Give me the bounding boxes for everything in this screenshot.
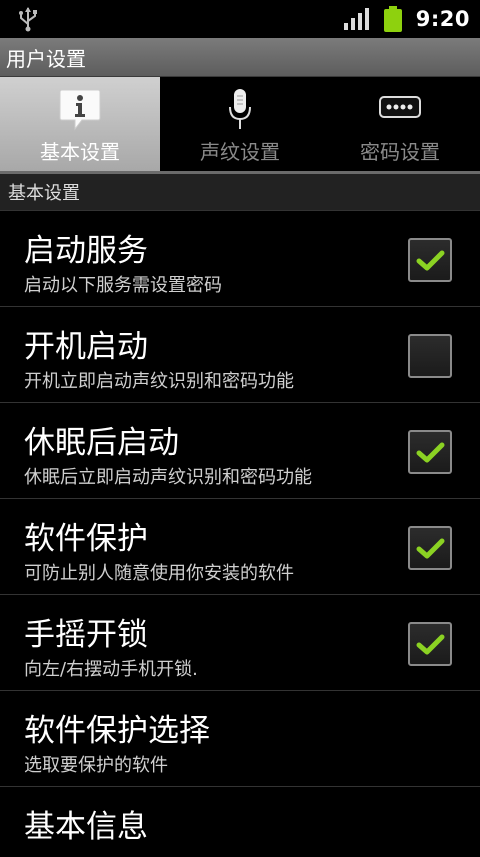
setting-start-service[interactable]: 启动服务 启动以下服务需设置密码	[0, 211, 480, 307]
usb-icon	[19, 7, 37, 32]
setting-start-after-sleep[interactable]: 休眠后启动 休眠后立即启动声纹识别和密码功能	[0, 403, 480, 499]
tab-voiceprint-settings[interactable]: 声纹设置	[160, 77, 320, 171]
page-title: 用户设置	[6, 46, 86, 71]
checkbox-checked[interactable]	[408, 622, 452, 666]
tab-label: 密码设置	[360, 140, 440, 164]
section-header-label: 基本设置	[8, 183, 80, 204]
title-bar: 用户设置	[0, 38, 480, 77]
battery-icon	[383, 6, 402, 32]
setting-title: 启动服务	[24, 233, 148, 269]
checkbox-checked[interactable]	[408, 526, 452, 570]
checkmark-icon	[416, 634, 445, 655]
checkmark-icon	[416, 442, 445, 463]
setting-title: 软件保护	[24, 521, 148, 557]
signal-icon	[343, 8, 369, 30]
checkbox-unchecked[interactable]	[408, 334, 452, 378]
setting-summary: 开机立即启动声纹识别和密码功能	[24, 371, 294, 392]
setting-basic-info[interactable]: 基本信息	[0, 787, 480, 857]
setting-title: 休眠后启动	[24, 425, 179, 461]
setting-boot-start[interactable]: 开机启动 开机立即启动声纹识别和密码功能	[0, 307, 480, 403]
checkmark-icon	[416, 538, 445, 559]
setting-title: 基本信息	[24, 809, 148, 845]
tab-basic-settings[interactable]: 基本设置	[0, 77, 160, 171]
setting-summary: 可防止别人随意使用你安装的软件	[24, 563, 294, 584]
tab-bar: 基本设置 声纹设置 密码设置	[0, 77, 480, 171]
status-time: 9:20	[415, 7, 470, 31]
password-icon	[379, 96, 421, 118]
setting-title: 软件保护选择	[24, 713, 210, 749]
tab-label: 声纹设置	[200, 140, 280, 164]
setting-title: 手摇开锁	[24, 617, 148, 653]
tab-label: 基本设置	[40, 140, 120, 164]
setting-summary: 休眠后立即启动声纹识别和密码功能	[24, 467, 312, 488]
setting-protection-selection[interactable]: 软件保护选择 选取要保护的软件	[0, 691, 480, 787]
info-icon	[59, 89, 101, 131]
checkmark-icon	[416, 250, 445, 271]
setting-summary: 选取要保护的软件	[24, 755, 168, 776]
setting-title: 开机启动	[24, 329, 148, 365]
setting-software-protection[interactable]: 软件保护 可防止别人随意使用你安装的软件	[0, 499, 480, 595]
settings-list: 启动服务 启动以下服务需设置密码 开机启动 开机立即启动声纹识别和密码功能 休眠…	[0, 211, 480, 857]
section-header: 基本设置	[0, 174, 480, 211]
setting-summary: 向左/右摆动手机开锁.	[24, 659, 198, 680]
tab-password-settings[interactable]: 密码设置	[320, 77, 480, 171]
setting-shake-unlock[interactable]: 手摇开锁 向左/右摆动手机开锁.	[0, 595, 480, 691]
checkbox-checked[interactable]	[408, 238, 452, 282]
setting-summary: 启动以下服务需设置密码	[24, 275, 222, 296]
status-bar: 9:20	[0, 0, 480, 38]
microphone-icon	[229, 89, 251, 129]
checkbox-checked[interactable]	[408, 430, 452, 474]
